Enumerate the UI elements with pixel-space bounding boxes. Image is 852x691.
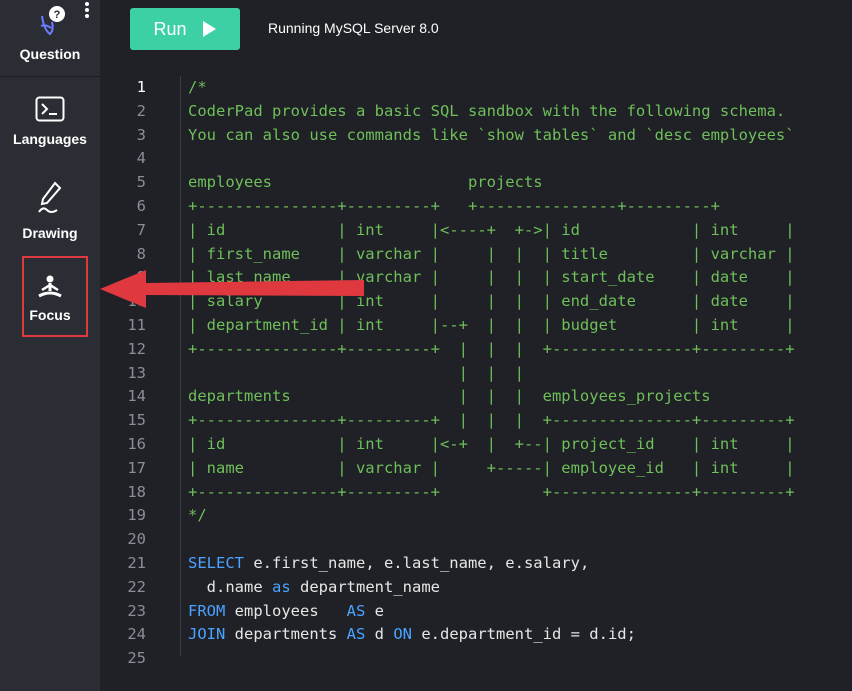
line-number: 3 <box>136 125 146 144</box>
sidebar-item-languages[interactable]: Languages <box>0 78 100 164</box>
code-text: JOIN departments AS d ON e.department_id… <box>188 623 636 647</box>
code-comment: +---------------+---------+ +-----------… <box>188 482 795 501</box>
line-number: 18 <box>127 482 146 501</box>
sql-keyword: JOIN <box>188 625 226 644</box>
line-number: 11 <box>127 316 146 334</box>
line-number: 4 <box>136 149 146 168</box>
sql-keyword: FROM <box>188 601 226 620</box>
sidebar-item-label: Drawing <box>22 225 78 241</box>
line-number: 12 <box>127 339 146 358</box>
code-comment: | id | int |<-+ | +--| project_id | int … <box>188 435 795 453</box>
line-number: 6 <box>136 197 146 215</box>
code-comment: */ <box>188 506 207 525</box>
code-comment: employees projects <box>188 173 543 192</box>
code-text: d.name as department_name <box>188 576 440 600</box>
code-comment: /* <box>188 78 207 96</box>
code-comment: +---------------+---------+ +-----------… <box>188 197 720 215</box>
code-comment: | department_id | int |--+ | | | budget … <box>188 316 795 334</box>
line-number: 13 <box>127 363 146 382</box>
code-text: | | | <box>188 362 524 386</box>
code-text: +---------------+---------+ | | | +-----… <box>188 338 795 362</box>
code-text: | first_name | varchar | | | | title | v… <box>188 243 795 267</box>
indent-guide <box>180 76 181 656</box>
line-number: 14 <box>127 387 146 406</box>
code-text: +---------------+---------+ +-----------… <box>188 195 720 219</box>
line-number: 21 <box>127 554 146 572</box>
sql-keyword: ON <box>393 625 412 644</box>
code-comment: departments | | | employees_projects <box>188 387 711 406</box>
sql-keyword: AS <box>346 625 366 644</box>
code-token: e.department_id = d.id; <box>412 625 636 644</box>
code-token: employees <box>225 601 347 620</box>
code-comment: | id | int |<----+ +->| id | int | <box>188 220 795 239</box>
code-text: FROM employees AS e <box>188 600 384 624</box>
line-number: 5 <box>136 173 146 192</box>
code-token: e <box>365 601 384 620</box>
code-comment: +---------------+---------+ | | | +-----… <box>188 411 795 430</box>
sidebar-item-drawing[interactable]: Drawing <box>0 168 100 250</box>
line-number: 25 <box>127 649 146 668</box>
sidebar-item-label: Languages <box>13 131 87 147</box>
line-number: 19 <box>127 506 146 525</box>
annotation-arrow-icon <box>100 270 364 308</box>
code-comment: | | | <box>188 363 524 382</box>
code-token: d.name <box>188 577 272 596</box>
line-number: 17 <box>127 458 146 477</box>
play-icon <box>202 21 216 37</box>
run-button-label: Run <box>153 18 187 39</box>
code-text: | id | int |<-+ | +--| project_id | int … <box>188 433 795 457</box>
code-token: e.first_name, e.last_name, e.salary, <box>244 554 590 572</box>
code-editor[interactable]: 1 /* 2 CoderPad provides a basic SQL sandbo… <box>100 76 852 691</box>
code-text: You can also use commands like `show tab… <box>188 124 795 148</box>
sql-keyword: AS <box>346 601 366 620</box>
line-number: 1 <box>136 78 146 96</box>
line-number: 2 <box>136 101 146 120</box>
run-button[interactable]: Run <box>130 8 240 50</box>
code-comment: You can also use commands like `show tab… <box>188 125 795 144</box>
line-number: 7 <box>136 220 146 239</box>
code-text: | id | int |<----+ +->| id | int | <box>188 219 795 243</box>
code-text: CoderPad provides a basic SQL sandbox wi… <box>188 100 785 124</box>
sidebar: ? Question Languages Drawing Focus <box>0 0 100 691</box>
sql-keyword: as <box>272 577 291 596</box>
code-text: */ <box>188 504 207 528</box>
more-options-icon[interactable] <box>85 2 89 18</box>
code-text: | department_id | int |--+ | | | budget … <box>188 314 795 338</box>
code-comment: | name | varchar | +-----| employee_id |… <box>188 458 795 477</box>
code-text: +---------------+---------+ +-----------… <box>188 481 795 505</box>
sidebar-divider <box>0 76 100 77</box>
line-number: 23 <box>127 601 146 620</box>
terminal-icon <box>35 96 65 125</box>
line-number: 15 <box>127 411 146 430</box>
line-number: 16 <box>127 435 146 453</box>
line-number: 24 <box>127 625 146 644</box>
focus-highlight-box <box>22 256 88 337</box>
code-text: employees projects <box>188 171 543 195</box>
code-text: +---------------+---------+ | | | +-----… <box>188 409 795 433</box>
code-token: department_name <box>290 577 440 596</box>
code-comment: CoderPad provides a basic SQL sandbox wi… <box>188 101 786 120</box>
code-text: departments | | | employees_projects <box>188 385 711 409</box>
server-status: Running MySQL Server 8.0 <box>268 20 439 36</box>
svg-text:?: ? <box>54 9 61 21</box>
code-comment: +---------------+---------+ | | | +-----… <box>188 339 795 358</box>
code-text: /* <box>188 76 207 100</box>
line-number: 8 <box>136 244 146 263</box>
sidebar-item-label: Question <box>19 46 81 62</box>
code-text: | name | varchar | +-----| employee_id |… <box>188 457 795 481</box>
question-icon: ? <box>30 4 70 40</box>
pencil-icon <box>35 180 65 219</box>
code-token: d <box>365 625 394 644</box>
line-number: 22 <box>127 577 146 596</box>
sql-keyword: SELECT <box>188 554 244 572</box>
code-comment: | first_name | varchar | | | | title | v… <box>188 244 795 263</box>
code-text: SELECT e.first_name, e.last_name, e.sala… <box>188 552 589 576</box>
code-token: departments <box>225 625 347 644</box>
line-number: 20 <box>127 530 146 549</box>
